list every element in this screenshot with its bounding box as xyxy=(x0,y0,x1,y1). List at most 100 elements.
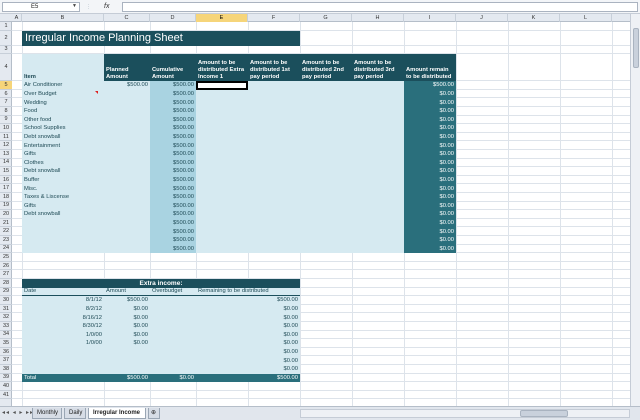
row-header-10[interactable]: 10 xyxy=(0,124,12,133)
gridline-horizontal xyxy=(12,260,630,262)
item-label: Gifts xyxy=(22,201,104,211)
income-overbudget xyxy=(150,347,196,357)
row-header-18[interactable]: 18 xyxy=(0,193,12,202)
name-box[interactable]: E5 xyxy=(2,2,80,12)
active-cell[interactable] xyxy=(196,81,248,90)
distribution-cell xyxy=(300,150,352,159)
row-header-28[interactable]: 28 xyxy=(0,279,12,288)
item-label: Debt snowball xyxy=(22,167,104,176)
row-header-35[interactable]: 35 xyxy=(0,339,12,348)
row-header-6[interactable]: 6 xyxy=(0,90,12,99)
remain-amount: $0.00 xyxy=(404,184,456,193)
name-box-dropdown-icon[interactable]: ▼ xyxy=(72,2,77,10)
distribution-cell xyxy=(196,115,248,125)
cumulative-amount: $500.00 xyxy=(150,124,196,133)
row-header-33[interactable]: 33 xyxy=(0,322,12,331)
distribution-cell xyxy=(196,227,248,236)
distribution-cell xyxy=(248,81,300,90)
distribution-cell xyxy=(248,193,300,202)
insert-function-icon[interactable]: fx xyxy=(104,2,109,12)
row-header-14[interactable]: 14 xyxy=(0,159,12,168)
planned-amount xyxy=(104,227,150,236)
distribution-cell xyxy=(300,193,352,202)
row-header-36[interactable]: 36 xyxy=(0,348,12,357)
column-header-f[interactable]: F xyxy=(248,14,300,22)
row-header-17[interactable]: 17 xyxy=(0,184,12,193)
row-header-25[interactable]: 25 xyxy=(0,253,12,262)
sheet-nav-arrows-icon[interactable]: ◂◂ ◂ ▸ ▸▸ xyxy=(2,409,34,416)
planned-amount xyxy=(104,184,150,193)
formula-input[interactable] xyxy=(122,2,638,12)
row-header-37[interactable]: 37 xyxy=(0,356,12,365)
income-amount xyxy=(104,356,150,365)
distribution-cell xyxy=(352,141,404,150)
column-header-k[interactable]: K xyxy=(508,14,560,22)
row-header-40[interactable]: 40 xyxy=(0,382,12,391)
horizontal-scroll-thumb[interactable] xyxy=(520,410,568,417)
row-header-38[interactable]: 38 xyxy=(0,365,12,374)
row-header-13[interactable]: 13 xyxy=(0,150,12,159)
row-header-23[interactable]: 23 xyxy=(0,236,12,245)
row-header-32[interactable]: 32 xyxy=(0,313,12,322)
row-header-31[interactable]: 31 xyxy=(0,305,12,314)
column-header-l[interactable]: L xyxy=(560,14,612,22)
row-header-5[interactable]: 5 xyxy=(0,81,12,90)
column-header-j[interactable]: J xyxy=(456,14,508,22)
column-header-a[interactable]: A xyxy=(12,14,22,22)
row-header-9[interactable]: 9 xyxy=(0,116,12,125)
income-date xyxy=(22,356,104,365)
row-header-4[interactable]: 4 xyxy=(0,54,12,82)
header2-remaining: Remaining to be distributed xyxy=(196,287,300,297)
row-header-12[interactable]: 12 xyxy=(0,141,12,150)
row-header-39[interactable]: 39 xyxy=(0,374,12,383)
item-label: Debt snowball xyxy=(22,132,104,142)
row-header-30[interactable]: 30 xyxy=(0,296,12,305)
column-header-e[interactable]: E xyxy=(196,14,248,22)
planned-amount xyxy=(104,89,150,99)
worksheet-grid[interactable]: Irregular Income Planning Sheet Item Plann… xyxy=(12,22,630,406)
column-header-b[interactable]: B xyxy=(22,14,104,22)
row-header-11[interactable]: 11 xyxy=(0,133,12,142)
row-header-20[interactable]: 20 xyxy=(0,210,12,219)
row-header-29[interactable]: 29 xyxy=(0,288,12,297)
horizontal-scrollbar[interactable] xyxy=(300,409,630,418)
row-header-15[interactable]: 15 xyxy=(0,167,12,176)
row-header-8[interactable]: 8 xyxy=(0,107,12,116)
remain-amount: $0.00 xyxy=(404,158,456,168)
distribution-cell xyxy=(352,201,404,211)
row-header-1[interactable]: 1 xyxy=(0,22,12,31)
column-header-c[interactable]: C xyxy=(104,14,150,22)
column-header-d[interactable]: D xyxy=(150,14,196,22)
column-header-h[interactable]: H xyxy=(352,14,404,22)
row-header-34[interactable]: 34 xyxy=(0,331,12,340)
sheet-tab-irregular-income[interactable]: Irregular Income xyxy=(88,408,146,419)
header2-date: Date xyxy=(22,287,104,297)
row-header-16[interactable]: 16 xyxy=(0,176,12,185)
row-header-21[interactable]: 21 xyxy=(0,219,12,228)
row-header-3[interactable]: 3 xyxy=(0,46,12,55)
income-overbudget xyxy=(150,356,196,365)
distribution-cell xyxy=(352,158,404,168)
vertical-scrollbar[interactable] xyxy=(630,14,640,406)
row-header-27[interactable]: 27 xyxy=(0,270,12,279)
column-header-i[interactable]: I xyxy=(404,14,456,22)
income-overbudget xyxy=(150,313,196,322)
planned-amount xyxy=(104,150,150,159)
income-remaining: $0.00 xyxy=(196,347,300,357)
row-header-26[interactable]: 26 xyxy=(0,262,12,271)
column-header-g[interactable]: G xyxy=(300,14,352,22)
cumulative-amount: $500.00 xyxy=(150,107,196,116)
sheet-tab-daily[interactable]: Daily xyxy=(64,408,86,419)
row-header-19[interactable]: 19 xyxy=(0,202,12,211)
row-header-24[interactable]: 24 xyxy=(0,245,12,254)
vertical-scroll-thumb[interactable] xyxy=(633,28,639,68)
row-header-7[interactable]: 7 xyxy=(0,98,12,107)
distribution-cell xyxy=(352,244,404,254)
row-header-41[interactable]: 41 xyxy=(0,391,12,400)
planned-amount xyxy=(104,107,150,116)
distribution-cell xyxy=(248,236,300,245)
sheet-tab-monthly[interactable]: Monthly xyxy=(32,408,62,419)
row-header-22[interactable]: 22 xyxy=(0,227,12,236)
new-sheet-icon[interactable]: ⊕ xyxy=(148,408,160,419)
row-header-2[interactable]: 2 xyxy=(0,31,12,46)
